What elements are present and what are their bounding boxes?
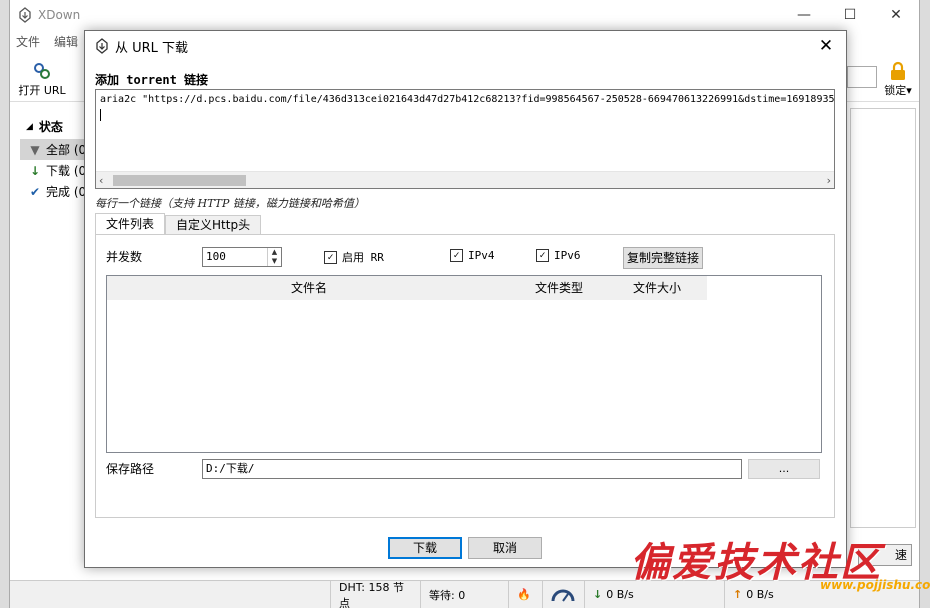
speedometer-icon[interactable] xyxy=(542,581,584,608)
detail-pane xyxy=(850,108,916,528)
column-file-type[interactable]: 文件类型 xyxy=(511,276,607,300)
column-file-size[interactable]: 文件大小 xyxy=(607,276,707,300)
scroll-right-icon[interactable]: › xyxy=(827,172,831,188)
ipv6-checkbox[interactable]: ✓ IPv6 xyxy=(536,249,581,262)
minimize-button[interactable]: — xyxy=(781,7,827,23)
tab-file-list[interactable]: 文件列表 xyxy=(95,213,166,235)
filter-icon: ▼ xyxy=(30,142,40,157)
watermark-url: www.pojjishu.com xyxy=(820,578,930,592)
check-icon: ✔ xyxy=(29,184,41,199)
concurrency-label: 并发数 xyxy=(106,250,143,264)
lock-icon xyxy=(891,61,905,80)
copy-full-link-button[interactable]: 复制完整链接 xyxy=(623,247,704,269)
enable-rr-checkbox[interactable]: ✓ 启用 RR xyxy=(324,249,384,265)
options-row: 并发数 100 ▲ ▼ ✓ 启用 RR ✓ IPv4 ✓ IPv6 复制完整链接 xyxy=(96,245,834,269)
tab-custom-http-headers[interactable]: 自定义Http头 xyxy=(165,215,262,235)
file-list-panel: 并发数 100 ▲ ▼ ✓ 启用 RR ✓ IPv4 ✓ IPv6 复制完整链接 文件名… xyxy=(95,234,835,518)
checkbox-checked-icon: ✓ xyxy=(536,249,549,262)
horizontal-scrollbar[interactable]: ‹ › xyxy=(96,171,834,188)
spin-down-icon[interactable]: ▼ xyxy=(268,257,281,266)
download-url-dialog: 从 URL 下载 ✕ 添加 torrent 链接 aria2c "https:/… xyxy=(84,30,847,568)
menu-file[interactable]: 文件 xyxy=(16,33,40,50)
section-title: 添加 torrent 链接 xyxy=(95,73,209,87)
checkbox-checked-icon: ✓ xyxy=(450,249,463,262)
cancel-button[interactable]: 取消 xyxy=(468,537,542,559)
ipv4-checkbox[interactable]: ✓ IPv4 xyxy=(450,249,495,262)
rocket-icon[interactable]: 🔥 xyxy=(508,581,542,608)
link-icon xyxy=(34,63,50,79)
dialog-title-bar: 从 URL 下载 ✕ xyxy=(85,31,846,61)
xdown-logo-icon xyxy=(96,38,108,54)
hint-text: 每行一个链接（支持 HTTP 链接，磁力链接和哈希值） xyxy=(95,197,365,210)
dht-status: DHT: 158 节点 xyxy=(330,581,420,608)
save-path-row: 保存路径 D:/下载/ ... xyxy=(96,459,834,481)
main-title: XDown xyxy=(38,8,81,22)
lock-button[interactable]: 锁定▾ xyxy=(881,60,915,98)
spin-up-icon[interactable]: ▲ xyxy=(268,248,281,257)
download-button[interactable]: 下载 xyxy=(388,537,462,559)
arrow-down-icon: ↓ xyxy=(593,588,603,601)
file-list-table[interactable]: 文件名 文件类型 文件大小 xyxy=(106,275,822,453)
close-button[interactable]: ✕ xyxy=(873,7,919,23)
url-text: aria2c "https://d.pcs.baidu.com/file/436… xyxy=(100,94,835,105)
menu-edit[interactable]: 编辑 xyxy=(54,33,78,50)
text-caret xyxy=(100,109,101,121)
save-path-input[interactable]: D:/下载/ xyxy=(202,459,742,479)
search-input[interactable] xyxy=(847,66,877,88)
browse-button[interactable]: ... xyxy=(748,459,820,479)
scroll-thumb[interactable] xyxy=(113,175,246,186)
arrow-down-icon: ↓ xyxy=(29,163,41,178)
save-path-label: 保存路径 xyxy=(106,462,155,476)
waiting-status: 等待: 0 xyxy=(420,581,508,608)
tab-bar: 文件列表 自定义Http头 xyxy=(95,213,262,235)
dialog-close-icon[interactable]: ✕ xyxy=(806,36,846,56)
scroll-left-icon[interactable]: ‹ xyxy=(99,172,103,188)
xdown-logo-icon xyxy=(19,7,31,23)
arrow-up-icon: ↑ xyxy=(733,588,743,601)
main-title-bar: XDown — ☐ ✕ xyxy=(10,0,919,30)
dialog-title: 从 URL 下载 xyxy=(115,40,189,56)
checkbox-checked-icon: ✓ xyxy=(324,250,337,264)
concurrency-stepper[interactable]: 100 ▲ ▼ xyxy=(202,247,282,267)
open-url-button[interactable]: 打开 URL xyxy=(16,60,68,98)
file-list-header: 文件名 文件类型 文件大小 xyxy=(107,276,707,300)
maximize-button[interactable]: ☐ xyxy=(827,7,873,23)
url-textarea[interactable]: aria2c "https://d.pcs.baidu.com/file/436… xyxy=(95,89,835,189)
column-file-name[interactable]: 文件名 xyxy=(107,276,511,300)
